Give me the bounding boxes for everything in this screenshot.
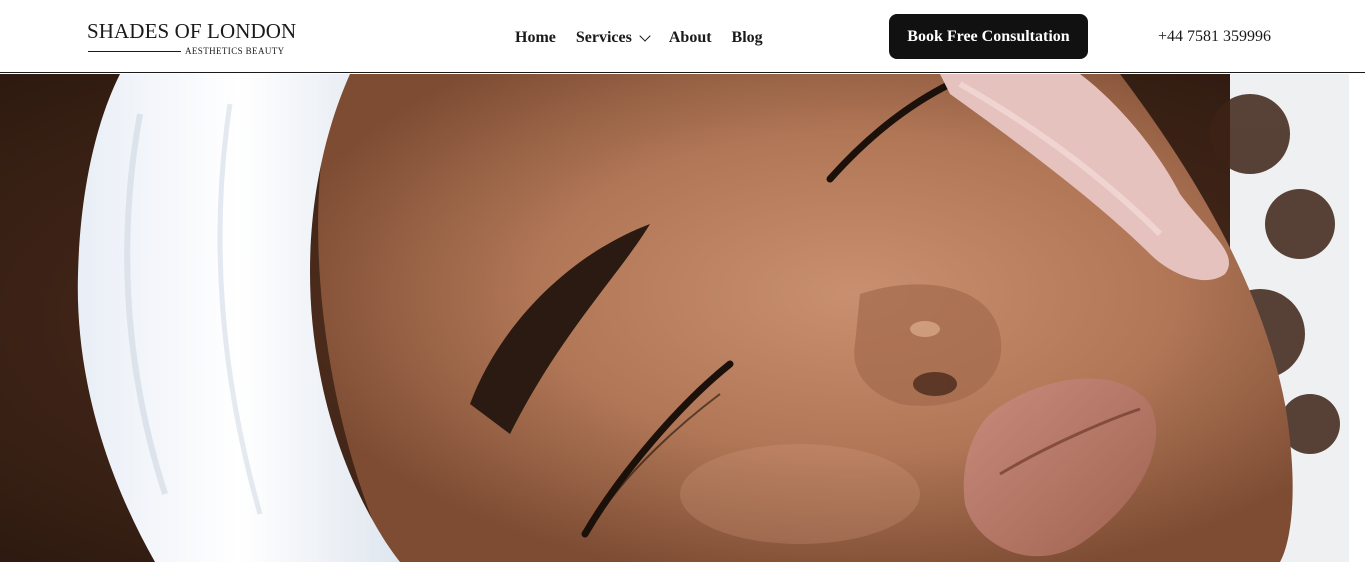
book-consultation-button[interactable]: Book Free Consultation [889,14,1088,59]
site-header: SHADES OF LONDON AESTHETICS BEAUTY Home … [0,0,1365,73]
nav-item-label: About [668,29,712,46]
nav-item-label: Home [515,29,556,46]
nav-item-label: Services [575,29,632,46]
hero-image [0,74,1349,562]
chevron-down-icon[interactable] [639,30,651,42]
nav-item-home[interactable]: Home [515,29,556,47]
nav-item-services[interactable]: Services [575,29,651,47]
brand-logo[interactable]: SHADES OF LONDON AESTHETICS BEAUTY [87,19,296,59]
nav-item-blog[interactable]: Blog [732,29,763,47]
hero-illustration [0,74,1349,562]
nav-item-label: Blog [731,29,763,46]
brand-title: SHADES OF LONDON [87,19,297,43]
brand-subtitle: AESTHETICS BEAUTY [185,46,285,56]
nav-item-about[interactable]: About [669,29,712,47]
phone-link[interactable]: +44 7581 359996 [1158,26,1271,48]
main-nav: Home Services About Blog [515,26,763,50]
logo-divider [88,51,181,52]
